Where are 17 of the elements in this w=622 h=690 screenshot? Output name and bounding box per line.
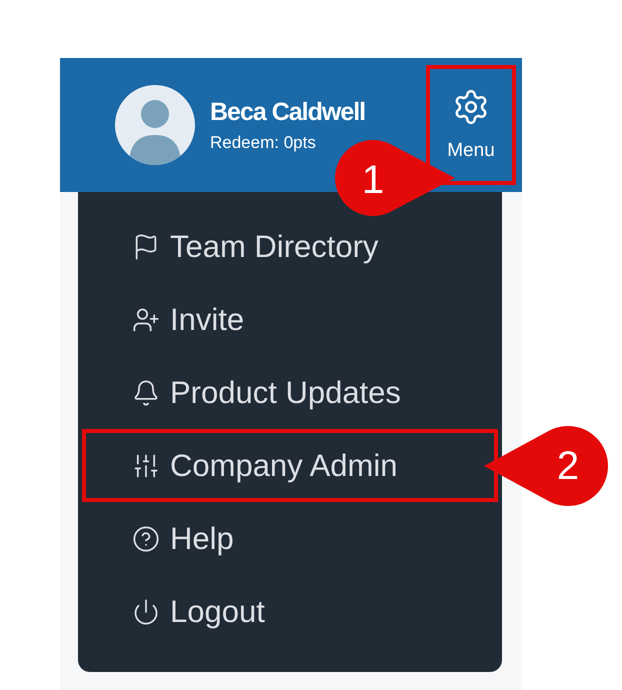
menu-button[interactable]: Menu bbox=[426, 65, 516, 185]
avatar-icon bbox=[115, 85, 195, 165]
menu-item[interactable]: Invite bbox=[82, 283, 498, 356]
help-icon bbox=[132, 524, 160, 552]
sliders-icon bbox=[132, 452, 160, 480]
user-plus-icon bbox=[132, 306, 160, 334]
points-balance: Redeem: 0pts bbox=[210, 132, 317, 152]
user-name: Beca Caldwell bbox=[210, 98, 366, 126]
menu-item[interactable]: Logout bbox=[82, 575, 498, 648]
callout-number: 1 bbox=[360, 158, 386, 202]
menu-item[interactable]: Help bbox=[82, 502, 498, 575]
bell-icon bbox=[132, 378, 160, 406]
menu-item[interactable]: Product Updates bbox=[82, 356, 498, 429]
callout-number: 2 bbox=[556, 444, 580, 488]
menu-item[interactable]: Team Directory bbox=[82, 210, 498, 283]
power-icon bbox=[132, 598, 160, 626]
menu-item[interactable]: Company Admin bbox=[82, 429, 498, 502]
